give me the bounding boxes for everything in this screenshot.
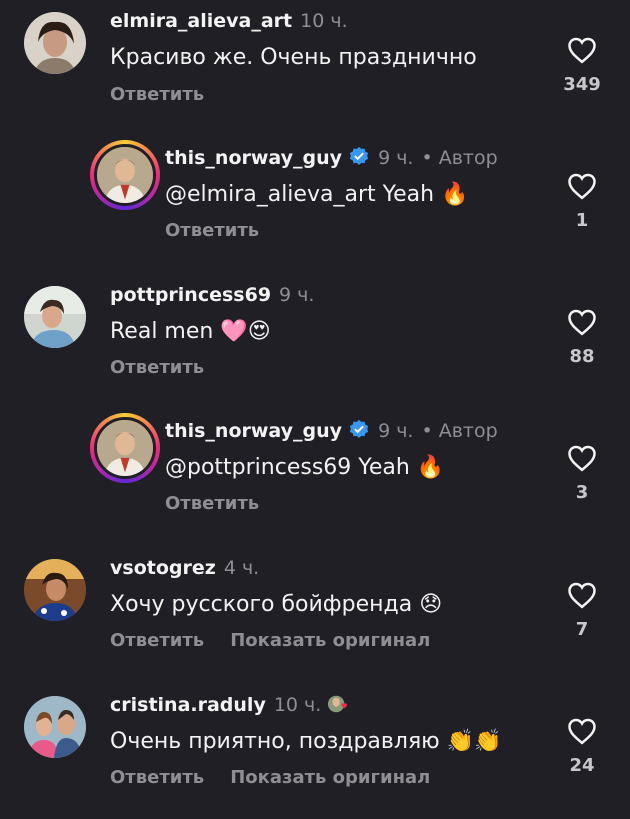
avatar[interactable] bbox=[24, 696, 86, 758]
reply-button[interactable]: Ответить bbox=[110, 767, 204, 788]
author-label: • Автор bbox=[421, 420, 498, 442]
comment-body: Real men bbox=[110, 319, 214, 344]
username[interactable]: pottprincess69 bbox=[110, 284, 271, 306]
reply-button[interactable]: Ответить bbox=[110, 630, 204, 651]
like-button[interactable]: 3 bbox=[562, 444, 602, 503]
timestamp: 10 ч. bbox=[300, 10, 348, 32]
heart-outline-icon bbox=[568, 445, 596, 472]
heart-outline-icon bbox=[568, 37, 596, 64]
comment-text: @pottprincess69 Yeah 🔥 bbox=[165, 455, 444, 480]
comment-text: Красиво же. Очень празднично bbox=[110, 45, 477, 70]
heart-outline-icon bbox=[568, 718, 596, 745]
mention-link[interactable]: @pottprincess69 bbox=[165, 455, 351, 480]
heart-outline-icon bbox=[568, 173, 596, 200]
comment-header: vsotogrez 4 ч. bbox=[110, 557, 259, 579]
comment-actions: Ответить Показать оригинал bbox=[110, 630, 456, 651]
comment-body: Yeah bbox=[358, 455, 410, 480]
username[interactable]: this_norway_guy bbox=[165, 147, 342, 169]
show-original-button[interactable]: Показать оригинал bbox=[230, 630, 430, 651]
reply-button[interactable]: Ответить bbox=[110, 357, 204, 378]
comment-header: this_norway_guy 9 ч. • Автор bbox=[165, 419, 498, 442]
like-count: 3 bbox=[575, 482, 589, 503]
heart-eyes-emoji: 🩷😍 bbox=[220, 319, 271, 344]
verified-badge-icon bbox=[349, 146, 369, 165]
avatar[interactable] bbox=[90, 413, 160, 483]
comment-header: elmira_alieva_art 10 ч. bbox=[110, 10, 348, 32]
liked-by-author-icon bbox=[328, 695, 348, 713]
fire-emoji: 🔥 bbox=[416, 455, 445, 480]
username[interactable]: elmira_alieva_art bbox=[110, 10, 292, 32]
comment-text: Очень приятно, поздравляю 👏👏 bbox=[110, 729, 502, 754]
fire-emoji: 🔥 bbox=[441, 182, 469, 207]
comment-body: Красиво же. Очень празднично bbox=[110, 45, 477, 70]
timestamp: 10 ч. bbox=[273, 694, 322, 716]
clapping-emoji: 👏👏 bbox=[446, 729, 502, 754]
reply-button[interactable]: Ответить bbox=[165, 220, 259, 241]
comment-actions: Ответить bbox=[110, 84, 230, 105]
disappointed-emoji: 😞 bbox=[419, 592, 443, 617]
avatar[interactable] bbox=[90, 140, 160, 210]
heart-outline-icon bbox=[568, 309, 596, 336]
timestamp: 9 ч. bbox=[279, 284, 315, 306]
comment-header: cristina.raduly 10 ч. bbox=[110, 693, 349, 716]
verified-badge-icon bbox=[349, 419, 369, 438]
comment-body: Хочу русского бойфренда bbox=[110, 592, 413, 617]
comment-body: Yeah bbox=[382, 182, 435, 207]
like-count: 88 bbox=[569, 346, 595, 367]
comment-actions: Ответить bbox=[165, 493, 285, 514]
like-count: 1 bbox=[575, 210, 589, 231]
like-button[interactable]: 88 bbox=[562, 308, 602, 367]
comment-text: Хочу русского бойфренда 😞 bbox=[110, 592, 442, 617]
avatar[interactable] bbox=[24, 559, 86, 621]
like-button[interactable]: 1 bbox=[562, 172, 602, 231]
avatar[interactable] bbox=[24, 12, 86, 74]
show-original-button[interactable]: Показать оригинал bbox=[230, 767, 430, 788]
timestamp: 4 ч. bbox=[223, 557, 260, 579]
heart-outline-icon bbox=[568, 582, 596, 609]
reply-button[interactable]: Ответить bbox=[165, 493, 259, 514]
like-button[interactable]: 7 bbox=[562, 581, 602, 640]
reply-button[interactable]: Ответить bbox=[110, 84, 204, 105]
like-button[interactable]: 24 bbox=[562, 717, 602, 776]
like-button[interactable]: 349 bbox=[562, 36, 602, 95]
like-count: 349 bbox=[563, 74, 601, 95]
username[interactable]: vsotogrez bbox=[110, 557, 216, 579]
comment-header: pottprincess69 9 ч. bbox=[110, 284, 314, 306]
mention-link[interactable]: @elmira_alieva_art bbox=[165, 182, 376, 207]
comment-actions: Ответить Показать оригинал bbox=[110, 767, 456, 788]
comment-body: Очень приятно, поздравляю bbox=[110, 729, 440, 754]
avatar[interactable] bbox=[24, 286, 86, 348]
comment-text: @elmira_alieva_art Yeah 🔥 bbox=[165, 182, 469, 207]
author-label: • Автор bbox=[421, 147, 498, 169]
comment-text: Real men 🩷😍 bbox=[110, 319, 271, 344]
like-count: 7 bbox=[575, 619, 589, 640]
comment-actions: Ответить bbox=[110, 357, 230, 378]
like-count: 24 bbox=[569, 755, 595, 776]
timestamp: 9 ч. bbox=[378, 420, 414, 442]
comment-actions: Ответить bbox=[165, 220, 285, 241]
comment-header: this_norway_guy 9 ч. • Автор bbox=[165, 146, 498, 169]
username[interactable]: cristina.raduly bbox=[110, 694, 266, 716]
username[interactable]: this_norway_guy bbox=[165, 420, 342, 442]
timestamp: 9 ч. bbox=[378, 147, 414, 169]
